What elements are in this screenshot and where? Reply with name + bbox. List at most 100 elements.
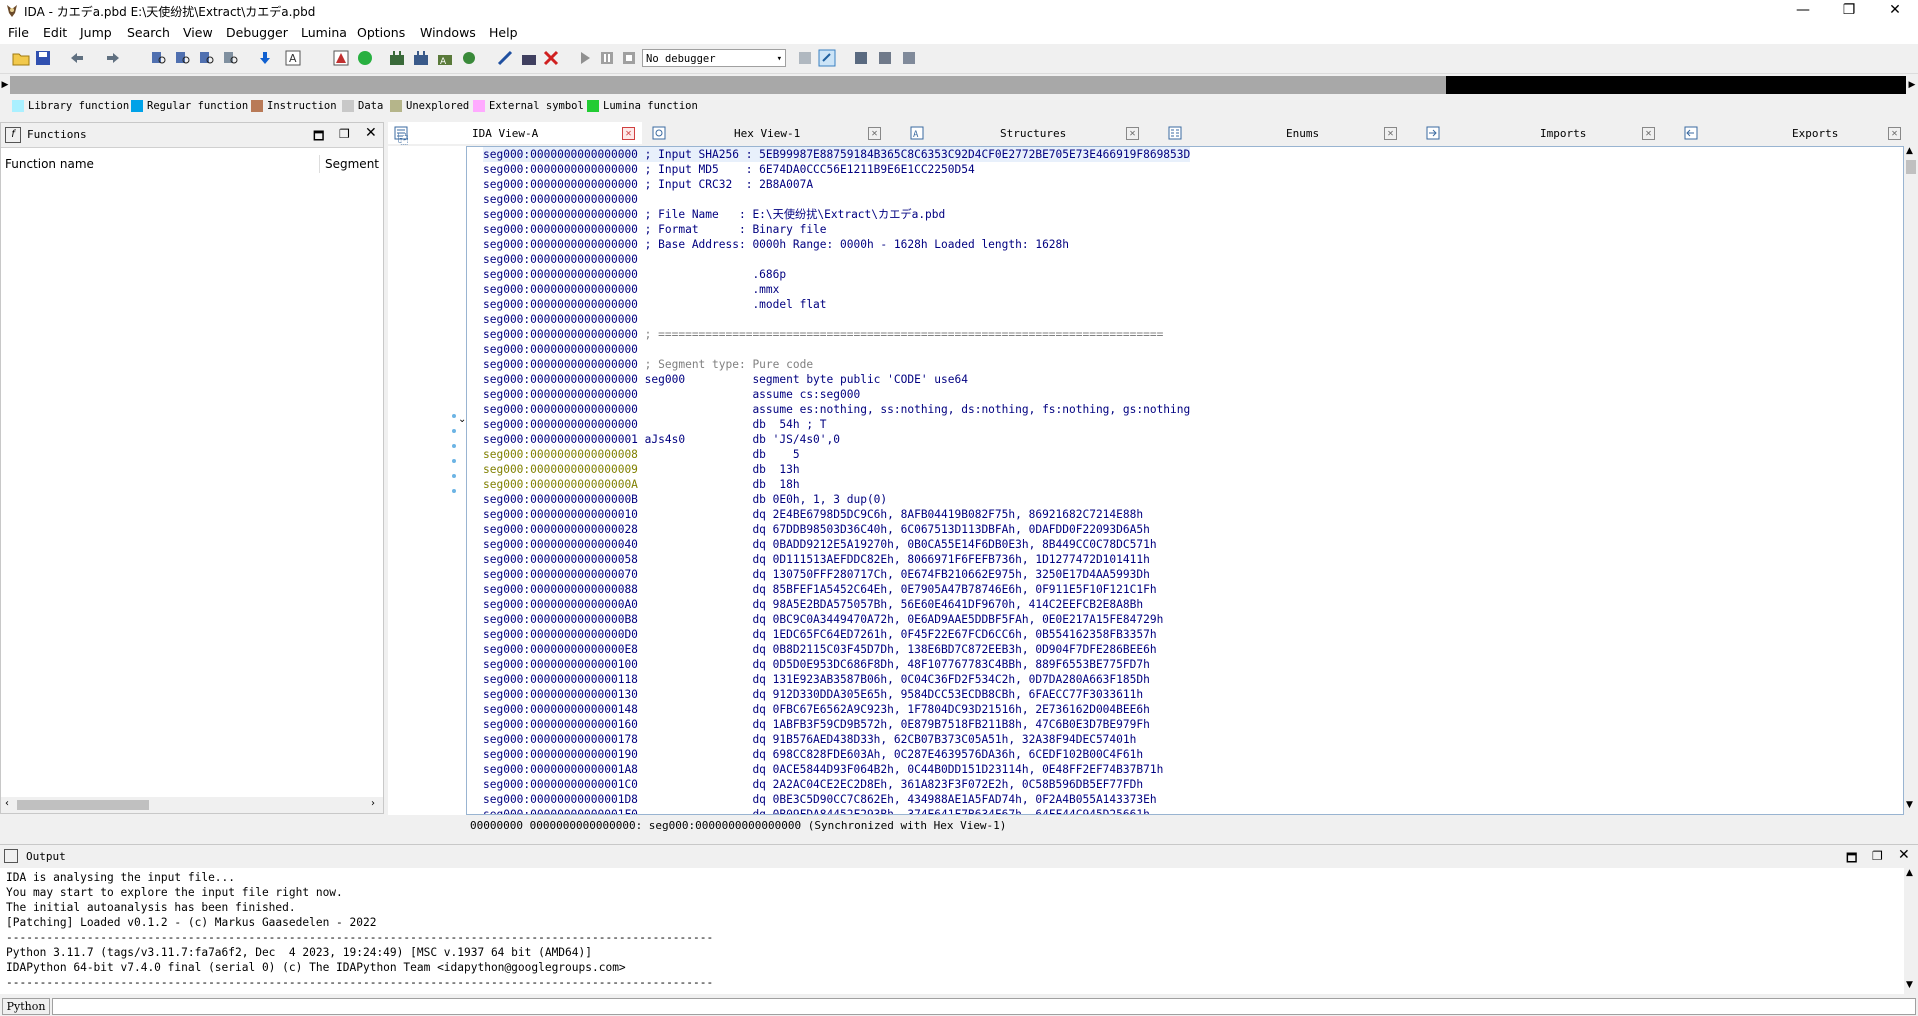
- scroll-right-icon[interactable]: ›: [371, 798, 375, 809]
- disasm-line[interactable]: seg000:0000000000000008 db 5: [483, 447, 800, 462]
- disasm-line[interactable]: seg000:0000000000000028 dq 67DDB98503D36…: [483, 522, 1150, 537]
- line-address[interactable]: seg000:00000000000001D8: [483, 793, 638, 806]
- tab-structures[interactable]: A Structures ✕: [904, 122, 1158, 144]
- menu-options[interactable]: Options: [357, 25, 405, 40]
- menu-lumina[interactable]: Lumina: [301, 25, 347, 40]
- tab-ida-view-a[interactable]: IDA View-A ✕: [388, 122, 642, 144]
- line-address[interactable]: seg000:0000000000000000: [483, 343, 638, 356]
- line-address[interactable]: seg000:00000000000000A0: [483, 598, 638, 611]
- line-address[interactable]: seg000:0000000000000058: [483, 553, 638, 566]
- disasm-line[interactable]: seg000:0000000000000000 ; Input CRC32 : …: [483, 177, 813, 192]
- stop-icon[interactable]: [620, 49, 638, 67]
- line-text[interactable]: dq 0BC9C0A3449470A72h, 0E6AD9AAE5DDBF5FA…: [645, 613, 1163, 626]
- line-text[interactable]: ; ======================================…: [645, 328, 1164, 341]
- line-text[interactable]: .mmx: [645, 283, 779, 296]
- line-text[interactable]: db 13h: [645, 463, 799, 476]
- line-address[interactable]: seg000:0000000000000009: [483, 463, 638, 476]
- line-address[interactable]: seg000:00000000000000B8: [483, 613, 638, 626]
- disasm-line[interactable]: seg000:0000000000000000 .mmx: [483, 282, 779, 297]
- line-address[interactable]: seg000:0000000000000148: [483, 703, 638, 716]
- disasm-line[interactable]: seg000:0000000000000009 db 13h: [483, 462, 800, 477]
- tab-hex-view-1[interactable]: Hex View-1 ✕: [646, 122, 900, 144]
- graph-view-icon[interactable]: [332, 49, 350, 67]
- column-function-name[interactable]: Function name: [5, 157, 94, 171]
- line-text[interactable]: db 54h ; T: [645, 418, 826, 431]
- text-format-icon[interactable]: A: [284, 49, 302, 67]
- line-text[interactable]: ; Base Address: 0000h Range: 0000h - 162…: [645, 238, 1069, 251]
- line-address[interactable]: seg000:0000000000000000: [483, 388, 638, 401]
- close-icon[interactable]: ✕: [622, 126, 635, 140]
- line-text[interactable]: dq 67DDB98503D36C40h, 6C067513D113DBFAh,…: [645, 523, 1149, 536]
- disasm-line[interactable]: seg000:00000000000001F0 dq 0B09FDA84452F…: [483, 807, 1150, 814]
- line-address[interactable]: seg000:0000000000000000: [483, 193, 638, 206]
- menu-view[interactable]: View: [183, 25, 213, 40]
- line-text[interactable]: ; Input MD5 : 6E74DA0CCC56E1211B9E6E1CC2…: [645, 163, 975, 176]
- string-icon[interactable]: A: [436, 49, 454, 67]
- disasm-line[interactable]: seg000:0000000000000148 dq 0FBC67E6562A9…: [483, 702, 1150, 717]
- line-text[interactable]: dq 2E4BE6798D5DC9C6h, 8AFB04419B082F75h,…: [645, 508, 1143, 521]
- disasm-line[interactable]: seg000:00000000000001A8 dq 0ACE5844D93F0…: [483, 762, 1163, 777]
- line-address[interactable]: seg000:0000000000000178: [483, 733, 638, 746]
- close-icon[interactable]: ✕: [1642, 126, 1655, 140]
- minimize-button[interactable]: —: [1780, 0, 1826, 22]
- line-text[interactable]: dq 912D330DDA305E65h, 9584DCC53ECDB8CBh,…: [645, 688, 1143, 701]
- back-arrow-icon[interactable]: [68, 49, 86, 67]
- disasm-line[interactable]: seg000:0000000000000190 dq 698CC828FDE60…: [483, 747, 1143, 762]
- line-text[interactable]: dq 1EDC65FC64ED7261h, 0F45F22E67FCD6CC6h…: [645, 628, 1156, 641]
- close-icon[interactable]: ✕: [868, 126, 881, 140]
- line-text[interactable]: .686p: [645, 268, 786, 281]
- maximize-icon[interactable]: 🗖: [313, 127, 324, 148]
- close-icon[interactable]: ✕: [1888, 126, 1901, 140]
- line-address[interactable]: seg000:0000000000000070: [483, 568, 638, 581]
- patch-icon[interactable]: [496, 49, 514, 67]
- line-address[interactable]: seg000:000000000000000B: [483, 493, 638, 506]
- line-text[interactable]: dq 2A2AC04CE2EC2D8Eh, 361A823F3F072E2h, …: [645, 778, 1143, 791]
- nav-right-arrow-icon[interactable]: ▶: [1906, 76, 1918, 94]
- line-address[interactable]: seg000:0000000000000000: [483, 163, 638, 176]
- float-icon[interactable]: ❐: [339, 127, 350, 141]
- line-address[interactable]: seg000:0000000000000000: [483, 418, 638, 431]
- menu-jump[interactable]: Jump: [80, 25, 112, 40]
- functions-hscroll[interactable]: ‹ ›: [1, 797, 383, 813]
- line-text[interactable]: .model flat: [645, 298, 826, 311]
- disasm-line[interactable]: seg000:0000000000000160 dq 1ABFB3F59CD9B…: [483, 717, 1150, 732]
- trace-icon[interactable]: [876, 49, 894, 67]
- line-address[interactable]: seg000:0000000000000040: [483, 538, 638, 551]
- open-folder-icon[interactable]: [12, 49, 30, 67]
- command-input[interactable]: [52, 998, 1916, 1015]
- scroll-left-icon[interactable]: ‹: [5, 798, 9, 809]
- attach-icon[interactable]: [818, 49, 836, 67]
- disasm-line[interactable]: seg000:000000000000000B db 0E0h, 1, 3 du…: [483, 492, 887, 507]
- line-address[interactable]: seg000:00000000000000D0: [483, 628, 638, 641]
- text-search-icon[interactable]: [174, 49, 192, 67]
- disasm-vscroll[interactable]: ▲ ▼: [1904, 146, 1918, 815]
- disasm-line[interactable]: seg000:0000000000000000 .686p: [483, 267, 786, 282]
- disasm-line[interactable]: seg000:00000000000000D0 dq 1EDC65FC64ED7…: [483, 627, 1157, 642]
- disasm-line[interactable]: seg000:0000000000000001 aJs4s0 db 'JS/4s…: [483, 432, 840, 447]
- line-text[interactable]: ; Format : Binary file: [645, 223, 827, 236]
- line-address[interactable]: seg000:0000000000000010: [483, 508, 638, 521]
- line-address[interactable]: seg000:0000000000000008: [483, 448, 638, 461]
- scroll-down-icon[interactable]: ▼: [1906, 980, 1913, 990]
- search-immediate-icon[interactable]: [222, 49, 240, 67]
- disasm-line[interactable]: seg000:0000000000000058 dq 0D111513AEFDD…: [483, 552, 1150, 567]
- disasm-line[interactable]: seg000:0000000000000040 dq 0BADD9212E5A1…: [483, 537, 1157, 552]
- column-segment[interactable]: Segment: [325, 157, 379, 171]
- line-address[interactable]: seg000:0000000000000118: [483, 673, 638, 686]
- disasm-line[interactable]: seg000:00000000000000B8 dq 0BC9C0A344947…: [483, 612, 1163, 627]
- disasm-line[interactable]: seg000:0000000000000130 dq 912D330DDA305…: [483, 687, 1143, 702]
- green-circle-icon[interactable]: [356, 49, 374, 67]
- menu-search[interactable]: Search: [127, 25, 170, 40]
- disasm-line[interactable]: seg000:0000000000000000 ; Segment type: …: [483, 357, 813, 372]
- line-address[interactable]: seg000:0000000000000000: [483, 373, 638, 386]
- line-address[interactable]: seg000:0000000000000000: [483, 238, 638, 251]
- line-text[interactable]: assume cs:seg000: [645, 388, 860, 401]
- debugger-select[interactable]: No debugger ▾: [642, 49, 786, 67]
- line-text[interactable]: dq 1ABFB3F59CD9B572h, 0E879B7518FB211B8h…: [645, 718, 1149, 731]
- close-icon[interactable]: ✕: [365, 125, 377, 141]
- tab-enums[interactable]: Enums ✕: [1162, 122, 1416, 144]
- scroll-thumb[interactable]: [17, 800, 149, 810]
- line-address[interactable]: seg000:0000000000000000: [483, 358, 638, 371]
- disasm-line[interactable]: seg000:0000000000000000 ; File Name : E:…: [483, 207, 945, 222]
- output-vscroll[interactable]: ▲ ▼: [1904, 868, 1918, 994]
